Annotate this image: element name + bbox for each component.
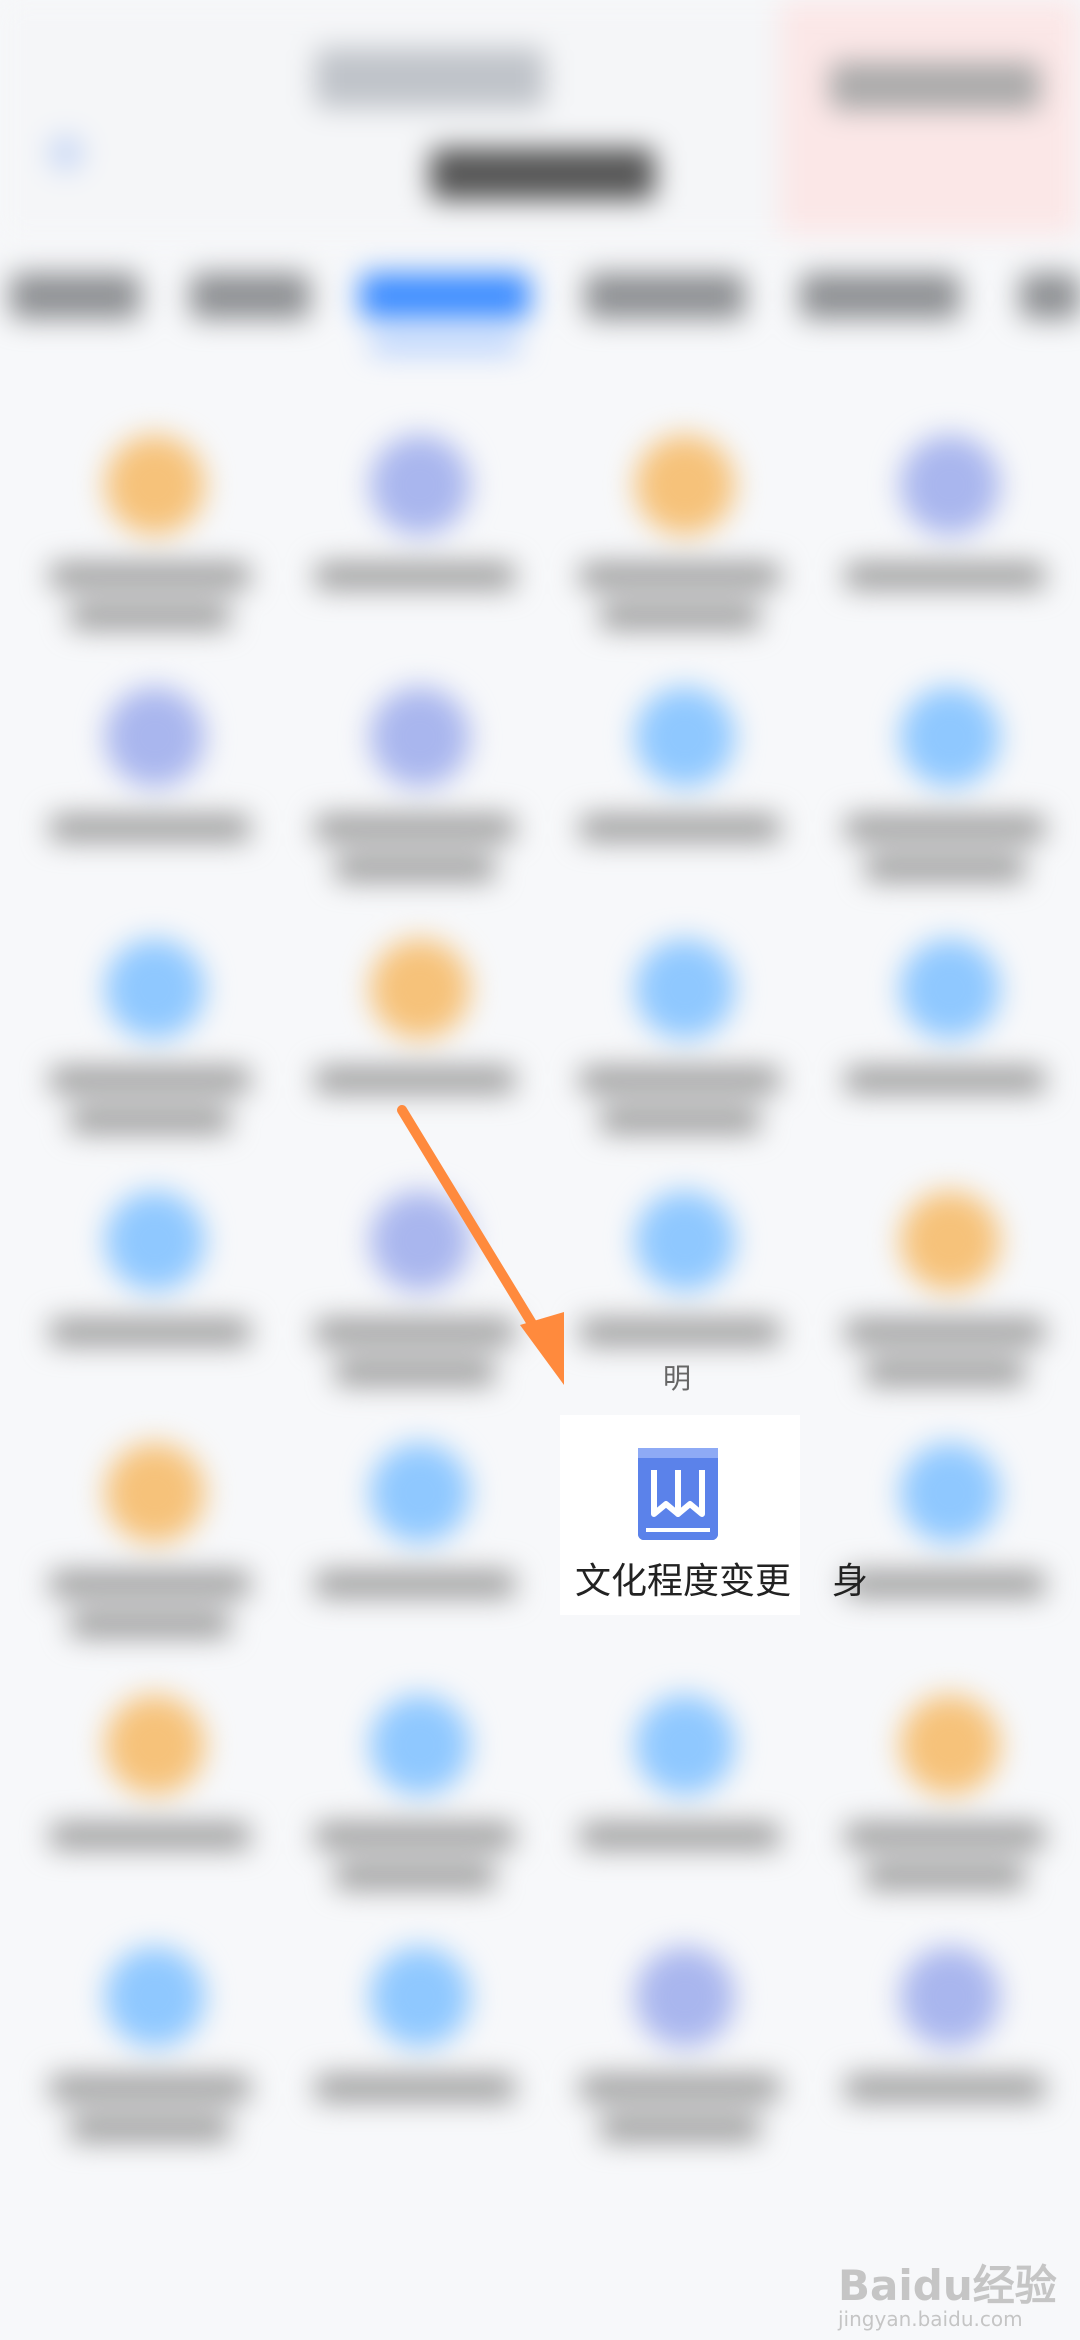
- baidu-watermark: Baidu经验 jingyan.baidu.com: [828, 2232, 1068, 2332]
- watermark-brand: Baidu经验: [838, 2261, 1057, 2310]
- watermark-site: jingyan.baidu.com: [838, 2307, 1023, 2331]
- orange-arrow-annotation: [397, 1105, 564, 1385]
